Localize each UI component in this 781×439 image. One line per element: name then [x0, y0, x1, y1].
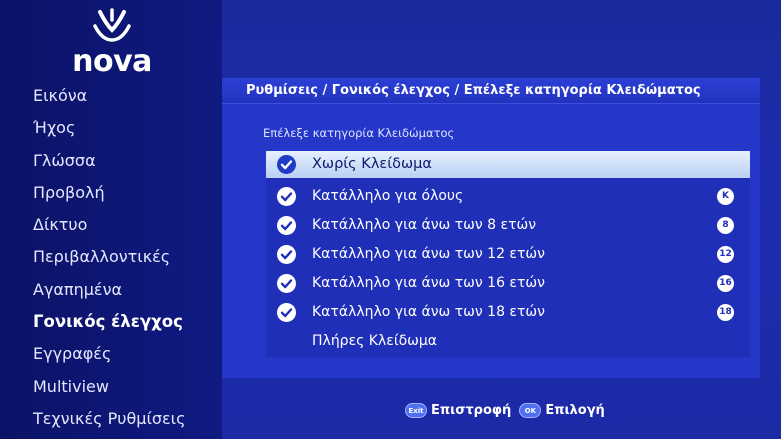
check-icon	[277, 187, 296, 206]
option-label: Κατάλληλο για όλους	[312, 188, 464, 204]
sidebar-item-sound[interactable]: Ήχος	[0, 112, 222, 144]
rating-8-icon: 8	[717, 217, 734, 234]
option-no-lock[interactable]: Χωρίς Κλείδωμα	[266, 151, 750, 178]
section-subtitle: Επέλεξε κατηγορία Κλειδώματος	[263, 126, 455, 140]
rating-k-icon: K	[717, 188, 734, 205]
sidebar-item-language[interactable]: Γλώσσα	[0, 145, 222, 177]
settings-screen: nova Εικόνα Ήχος Γλώσσα Προβολή Δίκτυο Π…	[0, 0, 781, 439]
rating-16-icon: 16	[717, 275, 734, 292]
check-icon	[277, 303, 296, 322]
sidebar-item-display[interactable]: Προβολή	[0, 177, 222, 209]
sidebar-item-parental-control[interactable]: Γονικός έλεγχος	[0, 306, 222, 338]
option-label: Κατάλληλο για άνω των 12 ετών	[312, 246, 545, 262]
back-hint-label[interactable]: Επιστροφή	[431, 403, 511, 418]
select-hint-label[interactable]: Επιλογή	[545, 403, 605, 418]
sidebar-item-recordings[interactable]: Εγγραφές	[0, 338, 222, 370]
settings-menu: Εικόνα Ήχος Γλώσσα Προβολή Δίκτυο Περιβα…	[0, 80, 222, 435]
option-full-lock[interactable]: Πλήρες Κλείδωμα	[266, 328, 750, 355]
sidebar-item-technical-settings[interactable]: Τεχνικές Ρυθμίσεις	[0, 403, 222, 435]
check-icon	[277, 245, 296, 264]
exit-key-icon: Exit	[405, 402, 427, 418]
logo-text: nova	[72, 44, 152, 79]
option-label: Κατάλληλο για άνω των 16 ετών	[312, 275, 545, 291]
nova-logo-icon	[93, 8, 131, 42]
sidebar-item-picture[interactable]: Εικόνα	[0, 80, 222, 112]
option-over-16[interactable]: Κατάλληλο για άνω των 16 ετών 16	[266, 270, 750, 297]
option-over-18[interactable]: Κατάλληλο για άνω των 18 ετών 18	[266, 299, 750, 326]
sidebar-item-environmental[interactable]: Περιβαλλοντικές	[0, 241, 222, 273]
option-label: Πλήρες Κλείδωμα	[312, 333, 438, 349]
option-label: Χωρίς Κλείδωμα	[312, 156, 432, 172]
check-icon	[277, 216, 296, 235]
footer-hints: Exit Επιστροφή OK Επιλογή	[405, 400, 605, 420]
rating-18-icon: 18	[717, 304, 734, 321]
sidebar-item-multiview[interactable]: Multiview	[0, 371, 222, 403]
rating-12-icon: 12	[717, 246, 734, 263]
check-icon	[277, 155, 296, 174]
nova-logo: nova	[62, 6, 162, 79]
check-icon	[277, 274, 296, 293]
option-label: Κατάλληλο για άνω των 18 ετών	[312, 304, 545, 320]
option-over-12[interactable]: Κατάλληλο για άνω των 12 ετών 12	[266, 241, 750, 268]
lock-category-list: Χωρίς Κλείδωμα Κατάλληλο για όλους K Κατ…	[266, 151, 750, 357]
sidebar-item-network[interactable]: Δίκτυο	[0, 209, 222, 241]
option-all-ages[interactable]: Κατάλληλο για όλους K	[266, 183, 750, 210]
option-label: Κατάλληλο για άνω των 8 ετών	[312, 217, 537, 233]
sidebar: nova Εικόνα Ήχος Γλώσσα Προβολή Δίκτυο Π…	[0, 0, 222, 439]
ok-key-icon: OK	[519, 402, 542, 418]
option-over-8[interactable]: Κατάλληλο για άνω των 8 ετών 8	[266, 212, 750, 239]
breadcrumb: Ρυθμίσεις / Γονικός έλεγχος / Επέλεξε κα…	[246, 83, 701, 98]
sidebar-item-favorites[interactable]: Αγαπημένα	[0, 274, 222, 306]
